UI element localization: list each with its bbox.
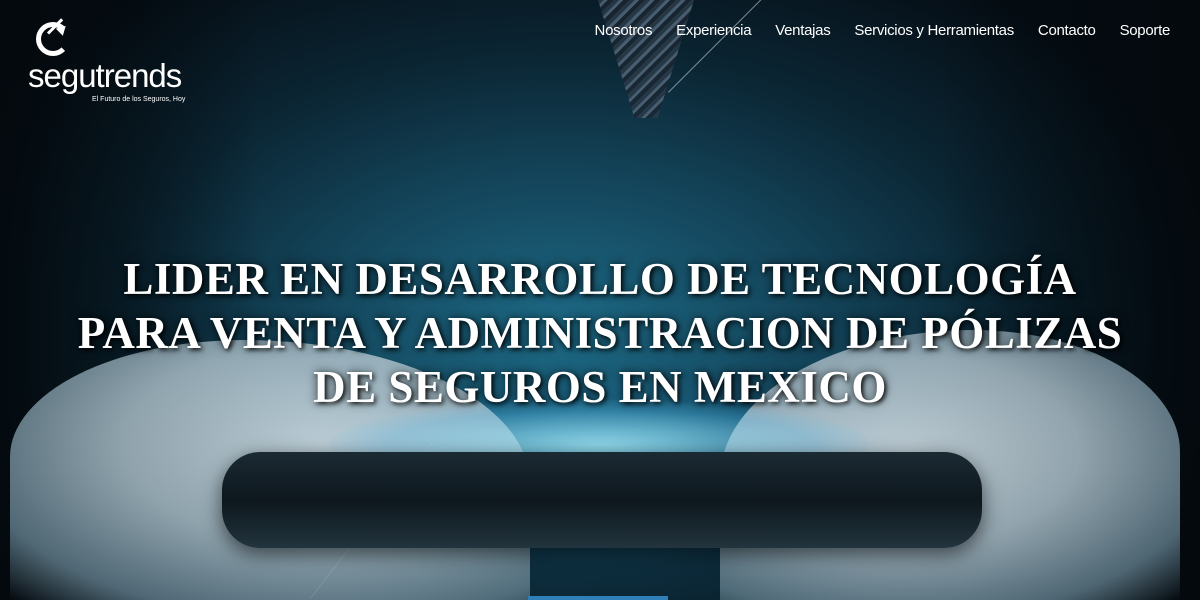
nav-item-soporte[interactable]: Soporte — [1120, 22, 1171, 39]
main-nav: Nosotros Experiencia Ventajas Servicios … — [595, 22, 1171, 39]
nav-item-contacto[interactable]: Contacto — [1038, 22, 1096, 39]
nav-item-servicios[interactable]: Servicios y Herramientas — [854, 22, 1014, 39]
scroll-indicator[interactable] — [528, 596, 668, 600]
headline-line: PARA VENTA Y ADMINISTRACION DE PÓLIZAS — [77, 308, 1123, 358]
background-tie — [598, 0, 694, 118]
nav-item-ventajas[interactable]: Ventajas — [775, 22, 830, 39]
site-logo[interactable]: segutrends El Futuro de los Seguros, Hoy — [28, 18, 198, 108]
nav-item-experiencia[interactable]: Experiencia — [676, 22, 751, 39]
headline-line: DE SEGUROS EN MEXICO — [313, 362, 887, 412]
headline-line: LIDER EN DESARROLLO DE TECNOLOGÍA — [123, 254, 1077, 304]
decorative-line — [668, 0, 825, 93]
hero-section: segutrends El Futuro de los Seguros, Hoy… — [0, 0, 1200, 600]
logo-tagline: El Futuro de los Seguros, Hoy — [92, 96, 186, 103]
logo-wordmark: segutrends — [28, 57, 182, 94]
hero-headline: LIDER EN DESARROLLO DE TECNOLOGÍA PARA V… — [0, 252, 1200, 414]
nav-item-nosotros[interactable]: Nosotros — [595, 22, 653, 39]
background-tablet — [222, 452, 982, 548]
